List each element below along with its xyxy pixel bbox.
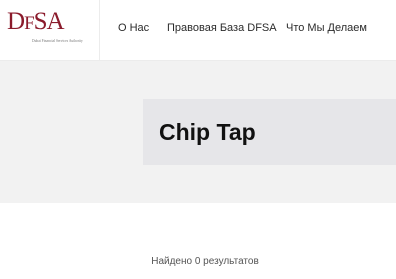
search-results-count: Найдено 0 результатов bbox=[151, 256, 259, 267]
nav-item-about[interactable]: О Нас bbox=[118, 22, 149, 34]
page-title-box: Chip Tap bbox=[143, 99, 396, 165]
nav-item-what-we-do[interactable]: Что Мы Делаем bbox=[286, 22, 367, 34]
logo-subtitle: Dubai Financial Services Authority bbox=[32, 39, 83, 43]
logo-link[interactable]: DFSA Dubai Financial Services Authority bbox=[0, 0, 100, 60]
nav-item-legal-framework[interactable]: Правовая База DFSA bbox=[167, 22, 277, 34]
site-header: DFSA Dubai Financial Services Authority … bbox=[0, 0, 396, 61]
dfsa-logo: DFSA bbox=[7, 8, 65, 35]
page-title: Chip Tap bbox=[159, 119, 256, 145]
